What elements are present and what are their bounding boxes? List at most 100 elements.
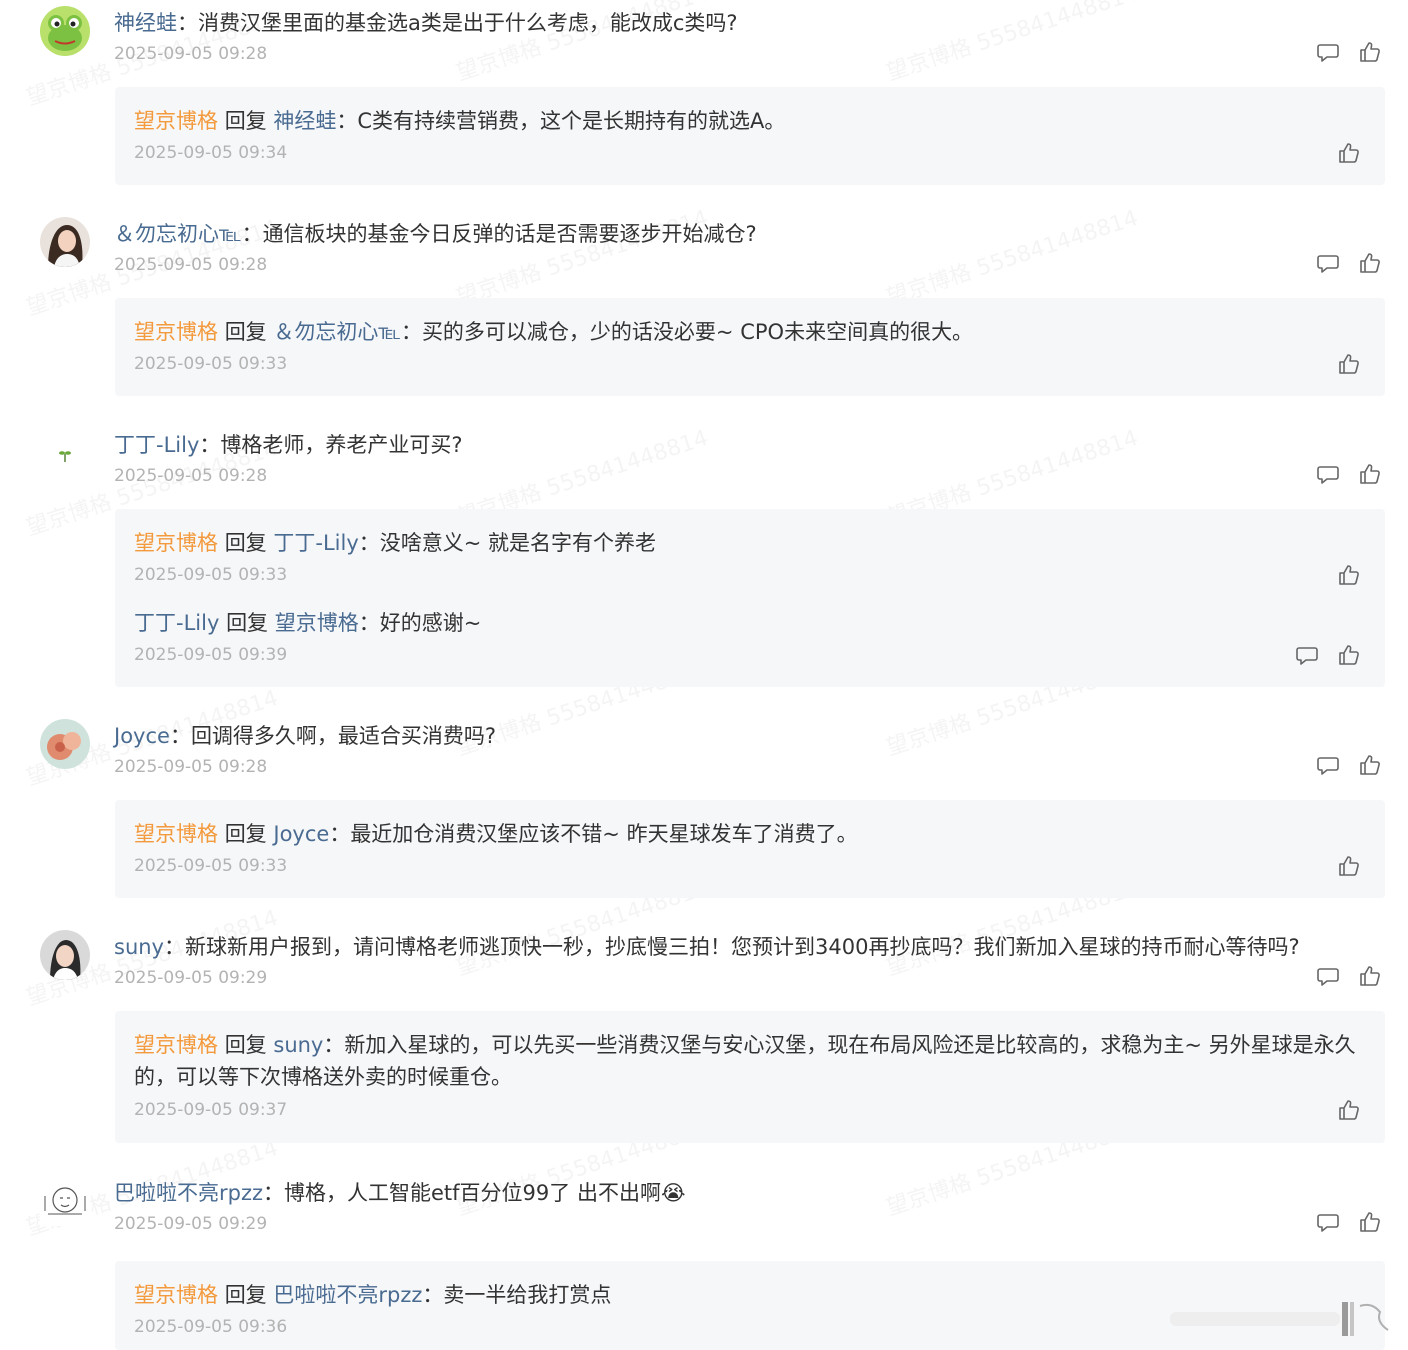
colon-separator: ： (358, 531, 380, 555)
avatar[interactable] (40, 930, 90, 980)
comment-item: suny：新球新用户报到，请问博格老师逃顶快一秒，抄底慢三拍！您预计到3400再… (0, 924, 1408, 1154)
colon-separator: ： (336, 109, 358, 133)
comment-reply-icon[interactable] (1316, 251, 1340, 275)
reply-to-user[interactable]: 巴啦啦不亮rpzz (273, 1283, 422, 1307)
crying-emoji-icon: 😭 (660, 1181, 686, 1205)
scroll-indicator (1170, 1296, 1400, 1338)
reply-content: 买的多可以减仓，少的话没必要~ CPO未来空间真的很大。 (421, 320, 974, 344)
thumbs-up-icon[interactable] (1337, 141, 1361, 165)
reply-text-line: 丁丁-Lily 回复 望京博格：好的感谢~ (134, 607, 1359, 639)
reply-actions (1337, 563, 1361, 587)
avatar[interactable] (40, 428, 90, 478)
thumbs-up-icon[interactable] (1358, 251, 1382, 275)
reply-from-user[interactable]: 望京博格 (134, 531, 218, 555)
avatar[interactable] (40, 1176, 90, 1226)
thumbs-up-icon[interactable] (1337, 352, 1361, 376)
comment-reply-icon[interactable] (1316, 462, 1340, 486)
reply-to-user[interactable]: ＆勿忘初心℡ (273, 320, 401, 344)
thumbs-up-icon[interactable] (1337, 1098, 1361, 1122)
colon-separator: ： (169, 724, 191, 748)
reply-timestamp: 2025-09-05 09:36 (134, 1317, 288, 1337)
reply-timestamp: 2025-09-05 09:37 (134, 1100, 288, 1120)
colon-separator: ： (164, 935, 185, 959)
thumbs-up-icon[interactable] (1358, 462, 1382, 486)
reply-verb: 回复 (224, 1033, 267, 1057)
reply-content: 最近加仓消费汉堡应该不错~ 昨天星球发车了消费了。 (350, 822, 858, 846)
reply-to-user[interactable]: Joyce (273, 822, 329, 846)
comment-reply-icon[interactable] (1316, 40, 1340, 64)
reply-actions (1295, 643, 1361, 667)
reply-from-user[interactable]: 望京博格 (134, 320, 218, 344)
sprout-avatar-icon (40, 428, 90, 478)
reply-item: 望京博格 回复 suny：新加入星球的，可以先买一些消费汉堡与安心汉堡，现在布局… (115, 1011, 1385, 1141)
reply-verb: 回复 (224, 1283, 267, 1307)
thumbs-up-icon[interactable] (1358, 1210, 1382, 1234)
comment-actions (1316, 1210, 1382, 1234)
thumbs-up-icon[interactable] (1358, 40, 1382, 64)
reply-content: C类有持续营销费，这个是长期持有的就选A。 (357, 109, 786, 133)
comment-actions (1316, 251, 1382, 275)
comment-actions (1316, 40, 1382, 64)
comment-username[interactable]: 丁丁-Lily (114, 433, 199, 457)
reply-to-user[interactable]: suny (273, 1033, 323, 1057)
reply-to-user[interactable]: 望京博格 (275, 611, 359, 635)
reply-from-user[interactable]: 望京博格 (134, 109, 218, 133)
comment-username[interactable]: suny (114, 935, 164, 959)
comment-item: 神经蛙：消费汉堡里面的基金选a类是出于什么考虑，能改成c类吗? 2025-09-… (0, 0, 1408, 200)
comment-timestamp: 2025-09-05 09:29 (114, 1214, 268, 1234)
reply-text-line: 望京博格 回复 suny：新加入星球的，可以先买一些消费汉堡与安心汉堡，现在布局… (134, 1029, 1359, 1093)
thumbs-up-icon[interactable] (1337, 854, 1361, 878)
reply-text-line: 望京博格 回复 Joyce：最近加仓消费汉堡应该不错~ 昨天星球发车了消费了。 (134, 818, 1359, 850)
comment-username[interactable]: 巴啦啦不亮rpzz (114, 1181, 263, 1205)
reply-to-user[interactable]: 神经蛙 (273, 109, 336, 133)
reply-verb: 回复 (224, 320, 267, 344)
thumbs-up-icon[interactable] (1358, 753, 1382, 777)
reply-from-user[interactable]: 望京博格 (134, 822, 218, 846)
reply-box: 望京博格 回复 Joyce：最近加仓消费汉堡应该不错~ 昨天星球发车了消费了。 … (115, 800, 1385, 898)
avatar[interactable] (40, 217, 90, 267)
thumbs-up-icon[interactable] (1337, 563, 1361, 587)
comment-reply-icon[interactable] (1295, 643, 1319, 667)
reply-item: 望京博格 回复 丁丁-Lily：没啥意义~ 就是名字有个养老 2025-09-0… (115, 509, 1385, 589)
reply-content: 卖一半给我打赏点 (443, 1283, 612, 1307)
comment-text-line: 丁丁-Lily：博格老师，养老产业可买? (114, 430, 1368, 460)
comment-username[interactable]: Joyce (114, 724, 170, 748)
reply-box: 望京博格 回复 suny：新加入星球的，可以先买一些消费汉堡与安心汉堡，现在布局… (115, 1011, 1385, 1143)
reply-actions (1337, 352, 1361, 376)
colon-separator: ： (329, 822, 351, 846)
reply-verb: 回复 (226, 611, 269, 635)
reply-verb: 回复 (224, 531, 267, 555)
woman-avatar-icon (40, 217, 90, 267)
comment-reply-icon[interactable] (1316, 964, 1340, 988)
reply-box: 望京博格 回复 丁丁-Lily：没啥意义~ 就是名字有个养老 2025-09-0… (115, 509, 1385, 687)
comment-reply-icon[interactable] (1316, 1210, 1340, 1234)
colon-separator: ： (199, 433, 221, 457)
reply-from-user[interactable]: 望京博格 (134, 1033, 218, 1057)
colon-separator: ： (241, 222, 263, 246)
thumbs-up-icon[interactable] (1337, 643, 1361, 667)
colon-separator: ： (358, 611, 380, 635)
reply-from-user[interactable]: 丁丁-Lily (134, 611, 219, 635)
reply-from-user[interactable]: 望京博格 (134, 1283, 218, 1307)
comment-username[interactable]: 神经蛙 (114, 11, 177, 35)
comment-text-line: suny：新球新用户报到，请问博格老师逃顶快一秒，抄底慢三拍！您预计到3400再… (114, 932, 1368, 962)
comment-item: 丁丁-Lily：博格老师，养老产业可买? 2025-09-05 09:28 望京… (0, 422, 1408, 702)
comment-content: 消费汉堡里面的基金选a类是出于什么考虑，能改成c类吗? (198, 11, 738, 35)
comment-content: 博格老师，养老产业可买? (220, 433, 463, 457)
comment-content: 博格，人工智能etf百分位99了 出不出啊 (284, 1181, 661, 1205)
comment-reply-icon[interactable] (1316, 753, 1340, 777)
flower-avatar-icon (40, 719, 90, 769)
reply-to-user[interactable]: 丁丁-Lily (273, 531, 358, 555)
comment-username[interactable]: ＆勿忘初心℡ (114, 222, 242, 246)
avatar[interactable] (40, 719, 90, 769)
colon-separator: ： (177, 11, 198, 35)
avatar[interactable] (40, 6, 90, 56)
comment-item: Joyce：回调得多久啊，最适合买消费吗? 2025-09-05 09:28 望… (0, 713, 1408, 913)
comment-text-line: ＆勿忘初心℡：通信板块的基金今日反弹的话是否需要逐步开始减仓? (114, 219, 1368, 249)
comment-timestamp: 2025-09-05 09:28 (114, 255, 268, 275)
reply-item: 丁丁-Lily 回复 望京博格：好的感谢~ 2025-09-05 09:39 (115, 589, 1385, 669)
comment-actions (1316, 964, 1382, 988)
thumbs-up-icon[interactable] (1358, 964, 1382, 988)
comment-actions (1316, 753, 1382, 777)
sketch-avatar-icon (40, 1176, 90, 1226)
